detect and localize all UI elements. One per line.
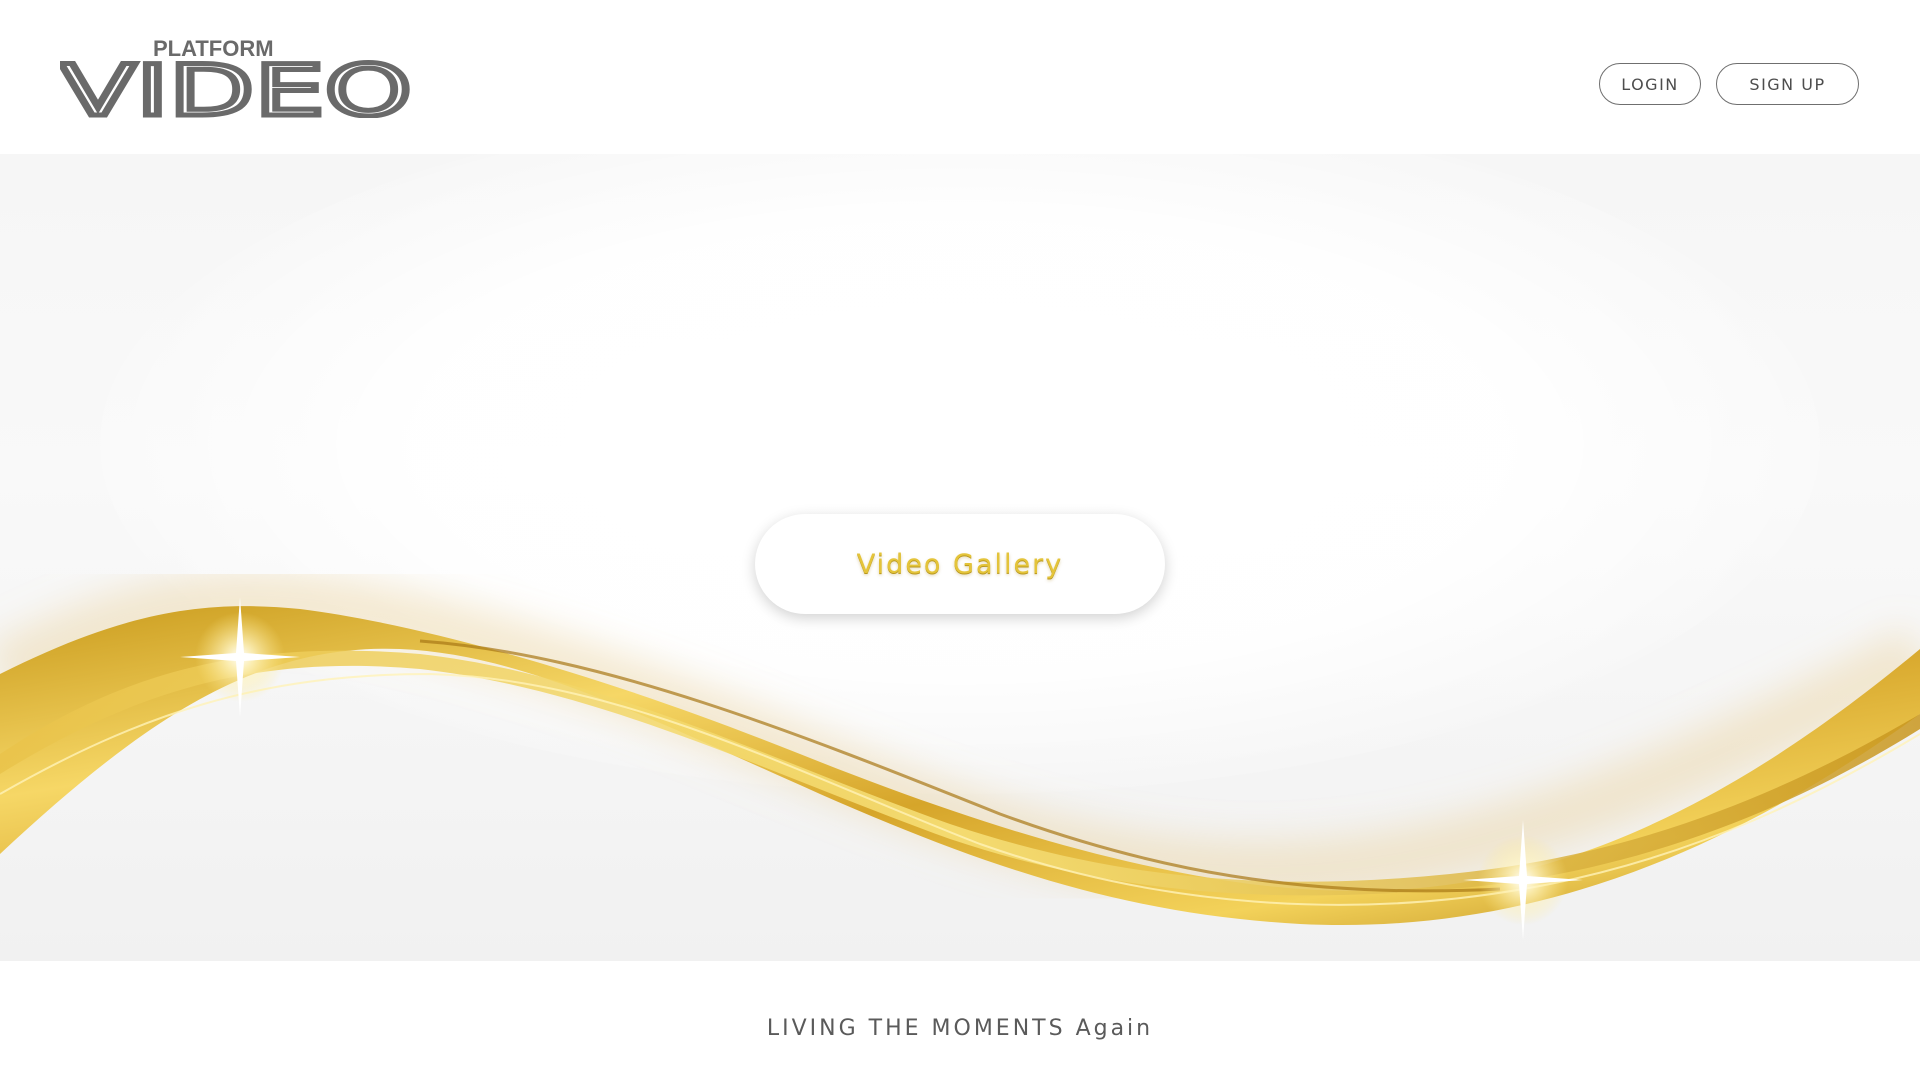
logo[interactable]: PLATFORM VIDEO: [60, 30, 420, 130]
tagline: LIVING THE MOMENTS Again: [766, 1016, 1154, 1041]
hero-banner: Video Gallery: [0, 154, 1920, 961]
signup-button[interactable]: SIGN UP: [1716, 63, 1859, 105]
logo-wordmark: VIDEO: [60, 58, 415, 118]
logo-wordmark-text: VIDEO: [60, 58, 412, 118]
auth-buttons: LOGIN SIGN UP: [1599, 63, 1859, 105]
video-gallery-button[interactable]: Video Gallery: [755, 514, 1165, 614]
login-button[interactable]: LOGIN: [1599, 63, 1701, 105]
site-header: PLATFORM VIDEO LOGIN SIGN UP: [0, 0, 1920, 154]
